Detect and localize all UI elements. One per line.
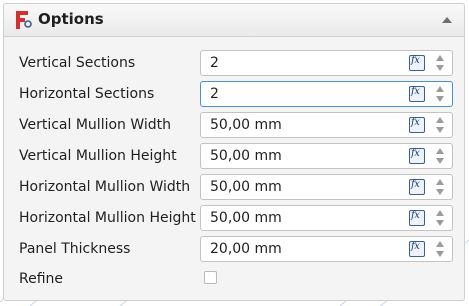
spin-down-arrow-icon[interactable] bbox=[435, 188, 445, 196]
freecad-logo-icon bbox=[16, 11, 32, 29]
option-row: Vertical Mullion Width 50,00 mm fx bbox=[4, 112, 464, 138]
spinner-arrows[interactable] bbox=[431, 176, 449, 198]
fx-icon-label: fx bbox=[411, 179, 420, 190]
quantity-input[interactable]: 50,00 mm fx bbox=[200, 205, 453, 231]
refine-row: Refine bbox=[4, 266, 464, 292]
spin-up-arrow-icon[interactable] bbox=[435, 54, 445, 62]
spin-up-arrow-icon[interactable] bbox=[435, 85, 445, 93]
spin-down-arrow-icon[interactable] bbox=[435, 157, 445, 165]
option-value: 2 bbox=[210, 86, 219, 102]
spin-up-arrow-icon[interactable] bbox=[435, 240, 445, 248]
quantity-input[interactable]: 50,00 mm fx bbox=[200, 112, 453, 138]
spin-down-arrow-icon[interactable] bbox=[435, 126, 445, 134]
option-label: Horizontal Mullion Height bbox=[19, 210, 196, 226]
fx-icon[interactable]: fx bbox=[409, 241, 425, 257]
spin-up-arrow-icon[interactable] bbox=[435, 178, 445, 186]
spin-down-arrow-icon[interactable] bbox=[435, 64, 445, 72]
spin-down-arrow-icon[interactable] bbox=[435, 219, 445, 227]
spinner-arrows[interactable] bbox=[431, 114, 449, 136]
option-row: Vertical Sections 2 fx bbox=[4, 50, 464, 76]
spinner-arrows[interactable] bbox=[431, 52, 449, 74]
quantity-input[interactable]: 50,00 mm fx bbox=[200, 174, 453, 200]
fx-icon[interactable]: fx bbox=[409, 86, 425, 102]
quantity-input[interactable]: 2 fx bbox=[200, 50, 453, 76]
option-label: Vertical Mullion Height bbox=[19, 148, 177, 164]
option-value: 20,00 mm bbox=[210, 241, 282, 257]
fx-icon[interactable]: fx bbox=[409, 148, 425, 164]
option-value: 50,00 mm bbox=[210, 210, 282, 226]
fx-icon-label: fx bbox=[411, 210, 420, 221]
fx-icon-label: fx bbox=[411, 55, 420, 66]
refine-label: Refine bbox=[19, 271, 64, 287]
option-row: Panel Thickness 20,00 mm fx bbox=[4, 236, 464, 262]
option-row: Vertical Mullion Height 50,00 mm fx bbox=[4, 143, 464, 169]
option-row: Horizontal Mullion Width 50,00 mm fx bbox=[4, 174, 464, 200]
option-label: Horizontal Sections bbox=[19, 86, 155, 102]
option-label: Vertical Mullion Width bbox=[19, 117, 172, 133]
fx-icon-label: fx bbox=[411, 241, 420, 252]
fx-icon[interactable]: fx bbox=[409, 210, 425, 226]
quantity-input[interactable]: 2 fx bbox=[200, 81, 453, 107]
spinner-arrows[interactable] bbox=[431, 145, 449, 167]
fx-icon[interactable]: fx bbox=[409, 55, 425, 71]
option-value: 2 bbox=[210, 55, 219, 71]
option-label: Vertical Sections bbox=[19, 55, 136, 71]
spin-down-arrow-icon[interactable] bbox=[435, 250, 445, 258]
fx-icon-label: fx bbox=[411, 148, 420, 159]
spin-up-arrow-icon[interactable] bbox=[435, 209, 445, 217]
spinner-arrows[interactable] bbox=[431, 83, 449, 105]
panel-title: Options bbox=[38, 10, 104, 28]
option-row: Horizontal Sections 2 fx bbox=[4, 81, 464, 107]
fx-icon[interactable]: fx bbox=[409, 117, 425, 133]
spinner-arrows[interactable] bbox=[431, 207, 449, 229]
chevron-up-icon[interactable] bbox=[440, 13, 454, 27]
option-row: Horizontal Mullion Height 50,00 mm fx bbox=[4, 205, 464, 231]
refine-checkbox[interactable] bbox=[204, 271, 217, 284]
spin-up-arrow-icon[interactable] bbox=[435, 147, 445, 155]
spin-down-arrow-icon[interactable] bbox=[435, 95, 445, 103]
fx-icon[interactable]: fx bbox=[409, 179, 425, 195]
spin-up-arrow-icon[interactable] bbox=[435, 116, 445, 124]
option-value: 50,00 mm bbox=[210, 148, 282, 164]
option-value: 50,00 mm bbox=[210, 117, 282, 133]
option-label: Panel Thickness bbox=[19, 241, 131, 257]
option-value: 50,00 mm bbox=[210, 179, 282, 195]
option-label: Horizontal Mullion Width bbox=[19, 179, 191, 195]
spinner-arrows[interactable] bbox=[431, 238, 449, 260]
panel-header[interactable]: Options bbox=[4, 4, 464, 37]
quantity-input[interactable]: 20,00 mm fx bbox=[200, 236, 453, 262]
fx-icon-label: fx bbox=[411, 86, 420, 97]
options-panel: Options Vertical Sections 2 fx Horizonta… bbox=[3, 3, 465, 301]
fx-icon-label: fx bbox=[411, 117, 420, 128]
quantity-input[interactable]: 50,00 mm fx bbox=[200, 143, 453, 169]
